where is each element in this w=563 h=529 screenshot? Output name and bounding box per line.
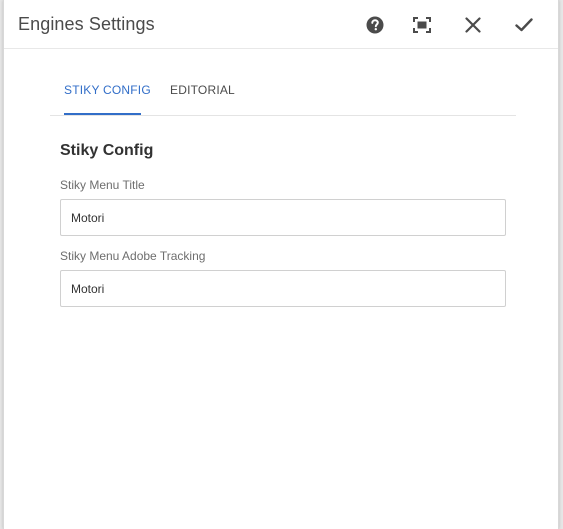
settings-dialog: Engines Settings STIKY CONFIG EDITORIAL … [3, 0, 559, 529]
tab-stiky-config[interactable]: STIKY CONFIG [64, 83, 151, 97]
help-button[interactable] [362, 12, 388, 38]
tab-editorial[interactable]: EDITORIAL [170, 83, 235, 97]
close-icon [465, 17, 481, 33]
done-button[interactable] [511, 12, 537, 38]
close-button[interactable] [460, 12, 486, 38]
stiky-menu-title-input[interactable] [60, 199, 506, 236]
stiky-menu-adobe-tracking-input[interactable] [60, 270, 506, 307]
stiky-menu-adobe-tracking-label: Stiky Menu Adobe Tracking [60, 249, 206, 263]
fullscreen-button[interactable] [409, 12, 435, 38]
help-icon [366, 16, 384, 34]
section-title: Stiky Config [60, 142, 154, 159]
active-tab-indicator [64, 113, 141, 115]
dialog-title: Engines Settings [18, 14, 155, 34]
checkmark-icon [515, 18, 533, 32]
dialog-header: Engines Settings [4, 0, 558, 49]
tab-bar: STIKY CONFIG EDITORIAL [50, 66, 516, 116]
stiky-menu-title-label: Stiky Menu Title [60, 178, 145, 192]
fullscreen-icon [413, 17, 431, 33]
